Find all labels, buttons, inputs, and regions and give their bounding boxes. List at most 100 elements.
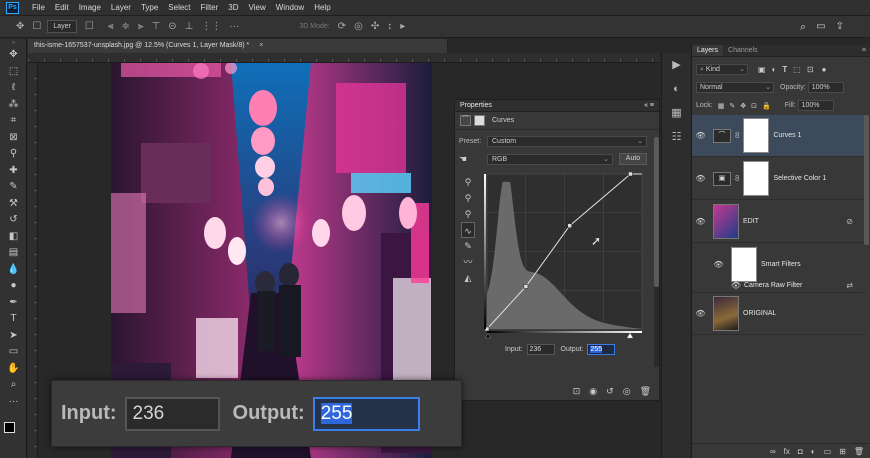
search-icon[interactable]: ⌕ — [800, 21, 806, 34]
layer-curves-1[interactable]: 👁 ⌒ 8 Curves 1 — [692, 115, 865, 157]
new-adjustment-icon[interactable]: ◐ — [811, 447, 816, 456]
black-point-eyedropper-icon[interactable]: ⚲ — [461, 174, 475, 190]
document-tab[interactable]: this-isme-1657537-unsplash.jpg @ 12.5% (… — [28, 39, 448, 53]
filter-kind-dropdown[interactable]: ⌕ Kind ⌄ — [696, 64, 748, 75]
tab-layers[interactable]: Layers — [692, 45, 724, 56]
transform-controls-icon[interactable]: ☐ — [85, 21, 94, 32]
menu-help[interactable]: Help — [309, 3, 335, 12]
layers-scrollbar[interactable] — [864, 115, 869, 245]
visibility-eye-icon[interactable]: 👁 — [692, 309, 709, 318]
menu-image[interactable]: Image — [74, 3, 106, 12]
menu-type[interactable]: Type — [136, 3, 163, 12]
filter-type-icon[interactable]: T — [782, 65, 787, 74]
align-right-icon[interactable]: ⫸ — [138, 21, 144, 32]
layer-style-icon[interactable]: fx — [784, 447, 790, 456]
quick-select-tool-icon[interactable]: ⁂ — [0, 97, 27, 114]
filter-smart-object-icon[interactable]: ⊡ — [807, 65, 814, 74]
preset-dropdown[interactable]: Custom ⌄ — [487, 136, 647, 147]
3d-orbit-icon[interactable]: ⟳ — [338, 21, 346, 32]
layer-original[interactable]: 👁 ORIGINAL — [692, 293, 865, 335]
opacity-field[interactable]: 100% — [807, 82, 844, 93]
edit-toolbar-icon[interactable]: ··· — [0, 394, 27, 411]
filter-pixel-icon[interactable]: ▣ — [758, 65, 766, 74]
zoom-output-field[interactable]: 255 — [312, 396, 420, 431]
link-layers-icon[interactable]: ∞ — [770, 447, 776, 456]
curve-control-point[interactable] — [523, 284, 529, 289]
panel-collapse-icon[interactable]: » — [0, 39, 27, 47]
close-icon[interactable]: × — [259, 42, 263, 49]
visibility-eye-icon[interactable]: ◎ — [623, 386, 631, 397]
foreground-color-swatch[interactable] — [4, 422, 15, 433]
type-tool-icon[interactable]: T — [0, 311, 27, 328]
brush-tool-icon[interactable]: ✎ — [0, 179, 27, 196]
clipping-warning-icon[interactable]: ◭ — [461, 270, 475, 286]
zoom-tool-icon[interactable]: ⌕ — [0, 377, 27, 394]
properties-scrollbar[interactable] — [654, 137, 659, 367]
new-group-icon[interactable]: ▭ — [824, 447, 832, 456]
distribute-icon[interactable]: ⋮⋮ — [201, 21, 221, 32]
menu-3d[interactable]: 3D — [223, 3, 243, 12]
move-tool-icon[interactable]: ✥ — [0, 47, 27, 64]
output-field[interactable]: 255 — [587, 344, 616, 355]
menu-filter[interactable]: Filter — [196, 3, 224, 12]
channel-dropdown[interactable]: RGB ⌄ — [487, 153, 613, 165]
layer-thumbnail[interactable] — [713, 296, 739, 331]
properties-icon[interactable]: ☷ — [662, 125, 691, 149]
pen-tool-icon[interactable]: ✒ — [0, 295, 27, 312]
marquee-tool-icon[interactable]: ⬚ — [0, 64, 27, 81]
filter-options-icon[interactable]: ⇄ — [846, 281, 853, 290]
share-icon[interactable]: ⇪ — [836, 21, 844, 34]
visibility-eye-icon[interactable]: 👁 — [692, 217, 709, 226]
add-mask-icon[interactable]: ◘ — [798, 447, 803, 456]
visibility-eye-icon[interactable]: 👁 — [692, 131, 709, 140]
scroll-thumb[interactable] — [654, 137, 659, 287]
layer-mask-icon[interactable] — [474, 115, 485, 126]
lasso-tool-icon[interactable]: ℓ — [0, 80, 27, 97]
menu-layer[interactable]: Layer — [106, 3, 136, 12]
blend-mode-dropdown[interactable]: Normal ⌄ — [696, 82, 774, 93]
gradient-tool-icon[interactable]: ▤ — [0, 245, 27, 262]
white-slider-icon[interactable] — [626, 332, 634, 339]
white-point-eyedropper-icon[interactable]: ⚲ — [461, 206, 475, 222]
layer-selective-color-1[interactable]: 👁 ▣ 8 Selective Color 1 — [692, 158, 865, 200]
eyedropper-tool-icon[interactable]: ⚲ — [0, 146, 27, 163]
crop-tool-icon[interactable]: ⌗ — [0, 113, 27, 130]
3d-roll-icon[interactable]: ◎ — [354, 21, 363, 32]
curve-control-point[interactable] — [628, 172, 633, 177]
menu-file[interactable]: File — [27, 3, 50, 12]
align-center-icon[interactable]: ≑ — [121, 21, 129, 32]
gray-point-eyedropper-icon[interactable]: ⚲ — [461, 190, 475, 206]
dodge-tool-icon[interactable]: ● — [0, 278, 27, 295]
more-options-icon[interactable]: ··· — [229, 21, 239, 32]
rectangle-tool-icon[interactable]: ▭ — [0, 344, 27, 361]
lock-all-icon[interactable]: 🔒 — [762, 102, 771, 110]
align-left-icon[interactable]: ⫷ — [108, 21, 114, 32]
auto-button[interactable]: Auto — [619, 153, 647, 165]
menu-edit[interactable]: Edit — [50, 3, 74, 12]
healing-brush-tool-icon[interactable]: ✚ — [0, 163, 27, 180]
visibility-eye-icon[interactable]: 👁 — [692, 174, 709, 183]
auto-select-dropdown[interactable]: Layer — [47, 20, 77, 33]
frame-tool-icon[interactable]: ⊠ — [0, 130, 27, 147]
reset-icon[interactable]: ↺ — [606, 386, 614, 397]
workspace-icon[interactable]: ▭ — [816, 21, 825, 34]
move-tool-icon[interactable]: ✥ — [16, 21, 24, 32]
tab-channels[interactable]: Channels — [723, 45, 763, 56]
lock-artboard-icon[interactable]: ⊡ — [751, 102, 757, 110]
align-top-icon[interactable]: ⊤ — [152, 21, 161, 32]
curve-edit-icon[interactable]: ∿ — [461, 222, 475, 238]
link-chain-icon[interactable]: 8 — [735, 174, 739, 183]
curve-control-point[interactable] — [567, 223, 572, 228]
input-field[interactable]: 236 — [526, 344, 555, 355]
layer-edit[interactable]: 👁 EDIT ⊘ — [692, 201, 865, 243]
layer-mask-thumbnail[interactable] — [743, 161, 770, 196]
layer-camera-raw-filter[interactable]: 👁 Camera Raw Filter ⇄ — [692, 279, 865, 293]
adjustments-icon[interactable]: ◐ — [662, 77, 691, 101]
lock-transparent-icon[interactable]: ▦ — [718, 102, 725, 110]
3d-scale-icon[interactable]: ▸ — [400, 21, 405, 32]
auto-select-checkbox[interactable]: ☐ — [32, 21, 41, 32]
view-previous-icon[interactable]: ◉ — [589, 386, 597, 397]
panel-menu-icon[interactable]: « ≡ — [644, 100, 654, 112]
smart-filter-mask-thumbnail[interactable] — [731, 246, 757, 282]
smooth-curve-icon[interactable]: 〰 — [461, 254, 475, 270]
